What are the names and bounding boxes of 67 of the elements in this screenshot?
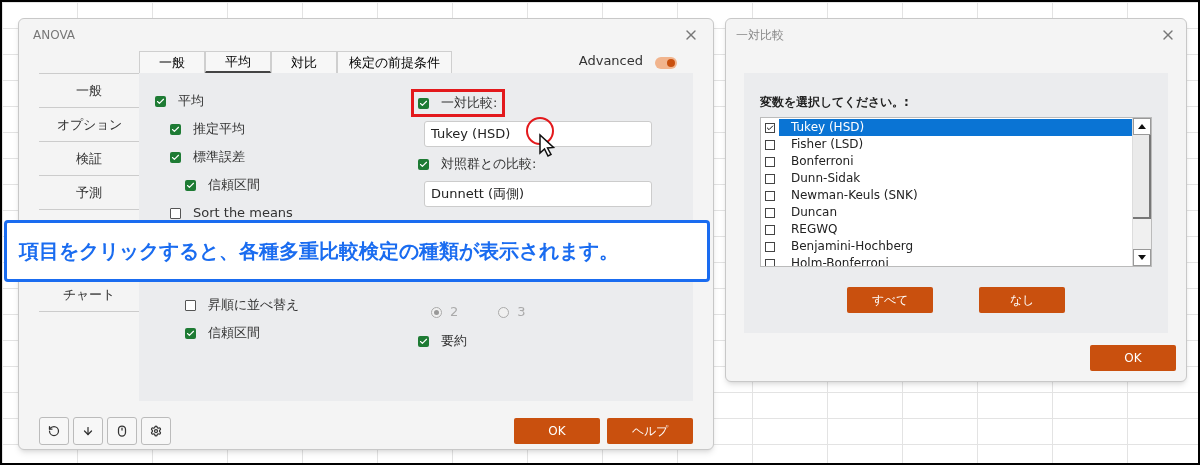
dialog-button[interactable]: なし	[979, 287, 1065, 313]
arrow-down-icon	[82, 425, 94, 437]
checkbox[interactable]	[170, 123, 181, 135]
checkbox-label: 昇順に並べ替え	[208, 296, 299, 315]
list-item[interactable]: Newman-Keuls (SNK)	[779, 187, 1132, 204]
tab[interactable]: 平均	[205, 51, 271, 73]
mouse-button[interactable]	[107, 417, 137, 445]
advanced-toggle[interactable]	[655, 57, 677, 69]
list-checkbox[interactable]	[765, 122, 775, 133]
dialog-button[interactable]: ヘルプ	[607, 418, 693, 444]
method-field[interactable]: Dunnett (両側)	[424, 181, 652, 207]
list-item[interactable]: Duncan	[779, 204, 1132, 221]
radio-label: 3	[517, 303, 526, 322]
dialog-button[interactable]: すべて	[847, 287, 933, 313]
settings-button[interactable]	[141, 417, 171, 445]
checkbox-label: 平均	[178, 92, 204, 111]
scrollbar[interactable]	[1132, 118, 1151, 266]
checkbox[interactable]	[170, 207, 181, 219]
tab[interactable]: 検定の前提条件	[337, 51, 452, 73]
checkbox-label: Sort the means	[193, 204, 293, 223]
list-checkbox[interactable]	[765, 139, 775, 150]
list-item[interactable]: Benjamini-Hochberg	[779, 238, 1132, 255]
advanced-label: Advanced	[578, 51, 643, 70]
tab[interactable]: 一般	[139, 51, 205, 73]
radio-label: 2	[450, 303, 459, 322]
checkbox-label: 推定平均	[193, 120, 245, 139]
checkbox-label: 標準誤差	[193, 148, 245, 167]
checkbox-label: 要約	[441, 332, 467, 351]
checkbox-label: 信頼区間	[208, 176, 260, 195]
dialog-button[interactable]: OK	[514, 418, 600, 444]
list-checkbox[interactable]	[765, 156, 775, 167]
reset-button[interactable]	[39, 417, 69, 445]
checkbox[interactable]	[155, 95, 166, 107]
list-item[interactable]: Fisher (LSD)	[779, 136, 1132, 153]
window-title: 一対比較	[736, 27, 784, 44]
reset-icon	[48, 425, 60, 437]
tab[interactable]: 対比	[271, 51, 337, 73]
list-checkbox[interactable]	[765, 241, 775, 252]
scroll-up-icon[interactable]	[1138, 124, 1146, 129]
method-field[interactable]: Tukey (HSD)	[424, 121, 652, 147]
checkbox[interactable]	[170, 151, 181, 163]
checkbox[interactable]	[418, 335, 429, 347]
list-checkbox[interactable]	[765, 190, 775, 201]
checkbox-label: 信頼区間	[208, 324, 260, 343]
callout-text: 項目をクリックすると、各種多重比較検定の種類が表示されます。	[19, 238, 619, 265]
list-item[interactable]: REGWQ	[779, 221, 1132, 238]
list-checkbox[interactable]	[765, 258, 775, 266]
scroll-down-icon[interactable]	[1138, 255, 1146, 260]
checkbox-label: 対照群との比較:	[441, 155, 537, 174]
checkbox[interactable]	[185, 179, 196, 191]
list-checkbox[interactable]	[765, 224, 775, 235]
list-checkbox[interactable]	[765, 173, 775, 184]
checkbox[interactable]	[185, 327, 196, 339]
checkbox-label: 一対比較:	[441, 94, 498, 113]
checkbox[interactable]	[185, 299, 196, 311]
mouse-icon	[116, 425, 128, 437]
list-checkbox[interactable]	[765, 207, 775, 218]
window-title: ANOVA	[33, 27, 76, 44]
dialog-button[interactable]: OK	[1090, 345, 1176, 371]
checkbox[interactable]	[418, 97, 429, 109]
list-item[interactable]: Bonferroni	[779, 153, 1132, 170]
prompt-label: 変数を選択してください。:	[760, 94, 910, 111]
checkbox[interactable]	[418, 158, 429, 170]
download-button[interactable]	[73, 417, 103, 445]
list-item[interactable]: Dunn-Sidak	[779, 170, 1132, 187]
list-item[interactable]: Tukey (HSD)	[779, 119, 1132, 136]
gear-icon	[150, 425, 162, 437]
